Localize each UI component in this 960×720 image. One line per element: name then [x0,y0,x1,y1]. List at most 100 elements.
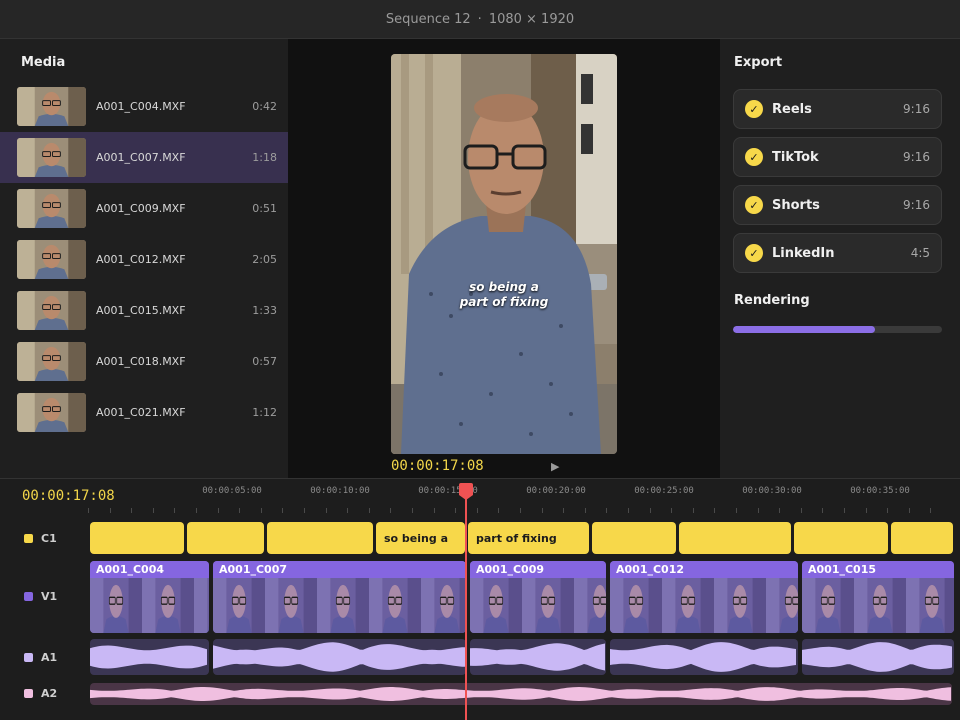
media-item-duration: 0:57 [252,355,277,368]
ruler-tick [584,508,586,513]
export-item-shorts[interactable]: ✓ Shorts 9:16 [733,185,942,225]
media-item[interactable]: A001_C009.MXF 0:51 [0,183,288,234]
media-item-name: A001_C012.MXF [96,253,186,266]
audio-clip-a1[interactable] [213,639,466,675]
export-item-name: Shorts [772,197,820,213]
caption-clip[interactable] [794,522,888,554]
track-label-a2[interactable]: A2 [24,687,57,700]
caption-clip[interactable]: part of fixing [468,522,589,554]
caption-clip[interactable] [679,522,791,554]
preview-frame[interactable]: so being a part of fixing [391,54,617,454]
filmstrip-frame [854,578,906,633]
playhead-line[interactable] [465,483,467,720]
filmstrip-frame [470,578,522,633]
ruler-tick [887,508,889,513]
ruler-tick [779,508,781,513]
video-clip-name: A001_C004 [90,561,209,578]
waveform-image [610,642,796,672]
filmstrip-frame [194,578,209,633]
viewer-timecode: 00:00:17:08 [391,458,484,474]
export-panel: Export ✓ Reels 9:16 ✓ TikTok 9:16 ✓ Shorts 9:16 ✓… [720,39,960,478]
filmstrip-frame [906,578,954,633]
ruler-label: 00:00:25:00 [634,486,694,496]
caption-clip[interactable] [592,522,676,554]
checkmark-icon[interactable]: ✓ [745,148,763,166]
video-clip[interactable]: A001_C015 [802,561,954,633]
ruler-tick [412,508,413,513]
video-clip[interactable]: A001_C004 [90,561,209,633]
ruler-tick [844,508,845,513]
audio-clip-a1[interactable] [610,639,798,675]
ruler-tick [541,508,543,513]
ruler-label: 00:00:10:00 [310,486,370,496]
video-clip[interactable]: A001_C012 [610,561,798,633]
ruler-tick [109,508,111,513]
caption-clip[interactable] [187,522,264,554]
filmstrip-frame [90,578,142,633]
ruler-tick [520,508,521,513]
media-thumbnail [17,240,86,279]
ruler-tick [325,508,327,513]
checkmark-icon[interactable]: ✓ [745,196,763,214]
filmstrip-frame [142,578,194,633]
media-item-name: A001_C009.MXF [96,202,186,215]
ruler-tick [930,508,932,513]
ruler-tick [822,508,824,513]
caption-overlay: so being a part of fixing [391,280,617,310]
audio-clip-a1[interactable] [802,639,954,675]
media-thumbnail [17,87,86,126]
media-item[interactable]: A001_C012.MXF 2:05 [0,234,288,285]
caption-line-2: part of fixing [459,295,549,309]
ruler-tick [865,508,867,513]
video-clip-name: A001_C007 [213,561,466,578]
export-item-linkedin[interactable]: ✓ LinkedIn 4:5 [733,233,942,273]
caption-clip[interactable] [891,522,953,554]
filmstrip-frame [610,578,662,633]
ruler-tick [390,508,392,513]
audio-clip-a1[interactable] [470,639,606,675]
filmstrip-frame [802,578,854,633]
caption-clip[interactable] [267,522,373,554]
ruler-tick [498,508,500,513]
video-clip[interactable]: A001_C009 [470,561,606,633]
ruler-tick [304,508,305,513]
track-label-v1[interactable]: V1 [24,590,57,603]
video-clip-filmstrip [470,578,606,633]
ruler-tick [736,508,737,513]
timeline-ruler[interactable]: 00:00:05:00 00:00:10:00 00:00:15:00 00:00:2… [88,479,960,517]
media-item-name: A001_C004.MXF [96,100,186,113]
export-item-tiktok[interactable]: ✓ TikTok 9:16 [733,137,942,177]
ruler-tick [757,508,759,513]
media-item[interactable]: A001_C018.MXF 0:57 [0,336,288,387]
checkmark-icon[interactable]: ✓ [745,100,763,118]
track-label-a1[interactable]: A1 [24,651,57,664]
ruler-tick [152,508,154,513]
audio-clip-a2[interactable] [90,683,952,705]
preview-viewer: so being a part of fixing 00:00:17:08 ▶ [288,39,720,478]
caption-clip[interactable] [90,522,184,554]
track-label-c1[interactable]: C1 [24,532,57,545]
video-clip-filmstrip [610,578,798,633]
media-item[interactable]: A001_C021.MXF 1:12 [0,387,288,438]
play-icon[interactable]: ▶ [551,460,559,473]
playhead-handle[interactable] [459,483,473,500]
export-item-reels[interactable]: ✓ Reels 9:16 [733,89,942,129]
ruler-tick [606,508,608,513]
checkmark-icon[interactable]: ✓ [745,244,763,262]
ruler-tick [800,508,802,513]
caption-clip[interactable]: so being a [376,522,465,554]
media-item[interactable]: A001_C007.MXF 1:18 [0,132,288,183]
waveform-image [470,643,605,671]
preview-video-image [391,54,617,454]
ruler-tick [260,508,262,513]
filmstrip-frame [766,578,798,633]
track-name: A1 [41,651,58,664]
audio-clip-a1[interactable] [90,639,209,675]
timeline: 00:00:17:08 00:00:05:00 00:00:10:00 00:00:… [0,478,960,720]
video-clip[interactable]: A001_C007 [213,561,466,633]
media-item[interactable]: A001_C015.MXF 1:33 [0,285,288,336]
media-item[interactable]: A001_C004.MXF 0:42 [0,81,288,132]
track-color-swatch [24,653,33,662]
ruler-tick [239,508,241,513]
ruler-label: 00:00:05:00 [202,486,262,496]
